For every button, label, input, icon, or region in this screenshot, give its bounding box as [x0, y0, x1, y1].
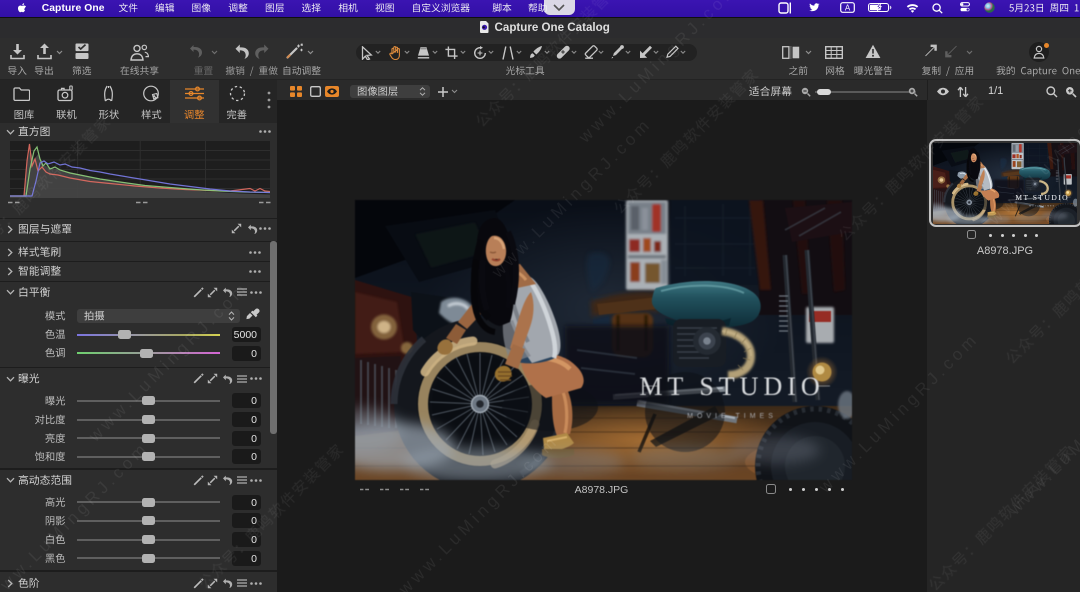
svg-text:A: A [844, 4, 850, 13]
